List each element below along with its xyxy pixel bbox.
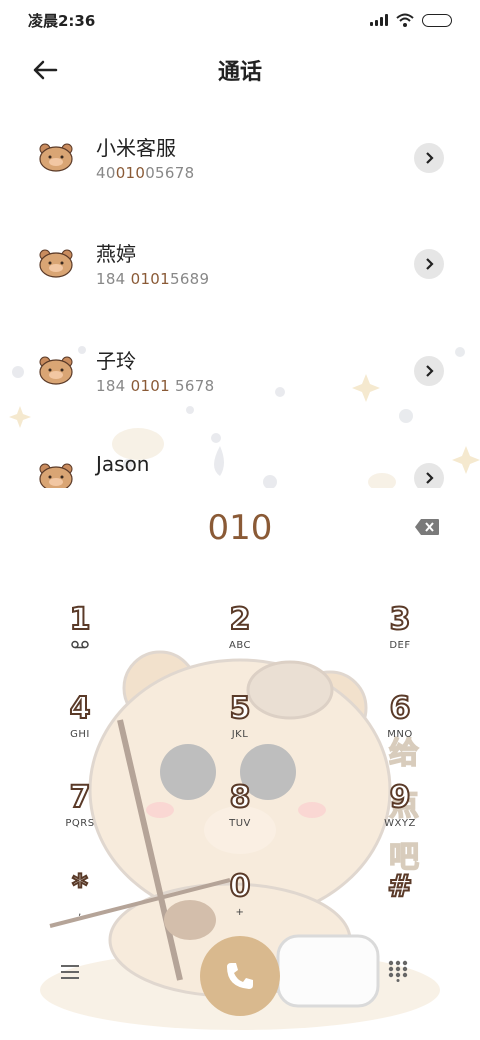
dialed-number: 010 [207,508,273,548]
list-item[interactable]: Jason [0,424,480,488]
bottom-bar [0,934,480,1024]
menu-button[interactable] [60,964,94,990]
header: 通话 [0,44,480,96]
battery-icon [422,13,452,27]
keypad-toggle-button[interactable] [388,960,418,990]
status-time: 凌晨2:36 [28,11,96,30]
wifi-icon [396,13,414,27]
key-2[interactable]: 2 ABC [180,601,300,682]
contact-list: 小米客服 4001005678 燕婷 184 01015689 子玲 184 0… [0,104,480,488]
contact-detail-button[interactable] [414,463,444,488]
back-button[interactable] [28,54,62,86]
contact-detail-button[interactable] [414,249,444,279]
dialpad-icon [388,960,408,982]
status-icons [370,13,452,27]
key-9[interactable]: 9 WXYZ [340,779,460,860]
list-item[interactable]: 燕婷 184 01015689 [0,210,480,310]
list-item[interactable]: 子玲 184 0101 5678 [0,317,480,417]
list-item[interactable]: 小米客服 4001005678 [0,104,480,204]
contact-name: 子玲 [96,349,136,373]
contact-detail-button[interactable] [414,356,444,386]
contact-number: 4001005678 [96,164,195,182]
key-1[interactable]: 1 [20,601,140,682]
key-3[interactable]: 3 DEF [340,601,460,682]
contact-name: 燕婷 [96,242,136,266]
contact-name: 小米客服 [96,136,176,160]
voicemail-icon [71,640,89,649]
chevron-right-icon [426,152,434,164]
avatar-icon [39,249,73,278]
status-bar: 凌晨2:36 [0,0,480,40]
call-button[interactable] [200,936,280,1016]
key-4[interactable]: 4 GHI [20,690,140,771]
backspace-icon [415,519,439,535]
chevron-right-icon [426,472,434,484]
contact-number: 184 01015689 [96,270,210,288]
avatar-icon [39,463,73,488]
signal-icon [370,14,388,26]
menu-icon [61,965,79,979]
contact-name: Jason [96,452,150,476]
chevron-right-icon [426,365,434,377]
contact-detail-button[interactable] [414,143,444,173]
key-5[interactable]: 5 JKL [180,690,300,771]
key-6[interactable]: 6 MNO [340,690,460,771]
avatar-icon [39,356,73,385]
contact-number: 184 0101 5678 [96,377,215,395]
phone-icon [227,963,253,989]
page-title: 通话 [217,60,262,85]
key-7[interactable]: 7 PQRS [20,779,140,860]
key-8[interactable]: 8 TUV [180,779,300,860]
delete-button[interactable] [412,516,442,538]
chevron-right-icon [426,258,434,270]
arrow-left-icon [33,60,58,80]
avatar-icon [39,143,73,172]
